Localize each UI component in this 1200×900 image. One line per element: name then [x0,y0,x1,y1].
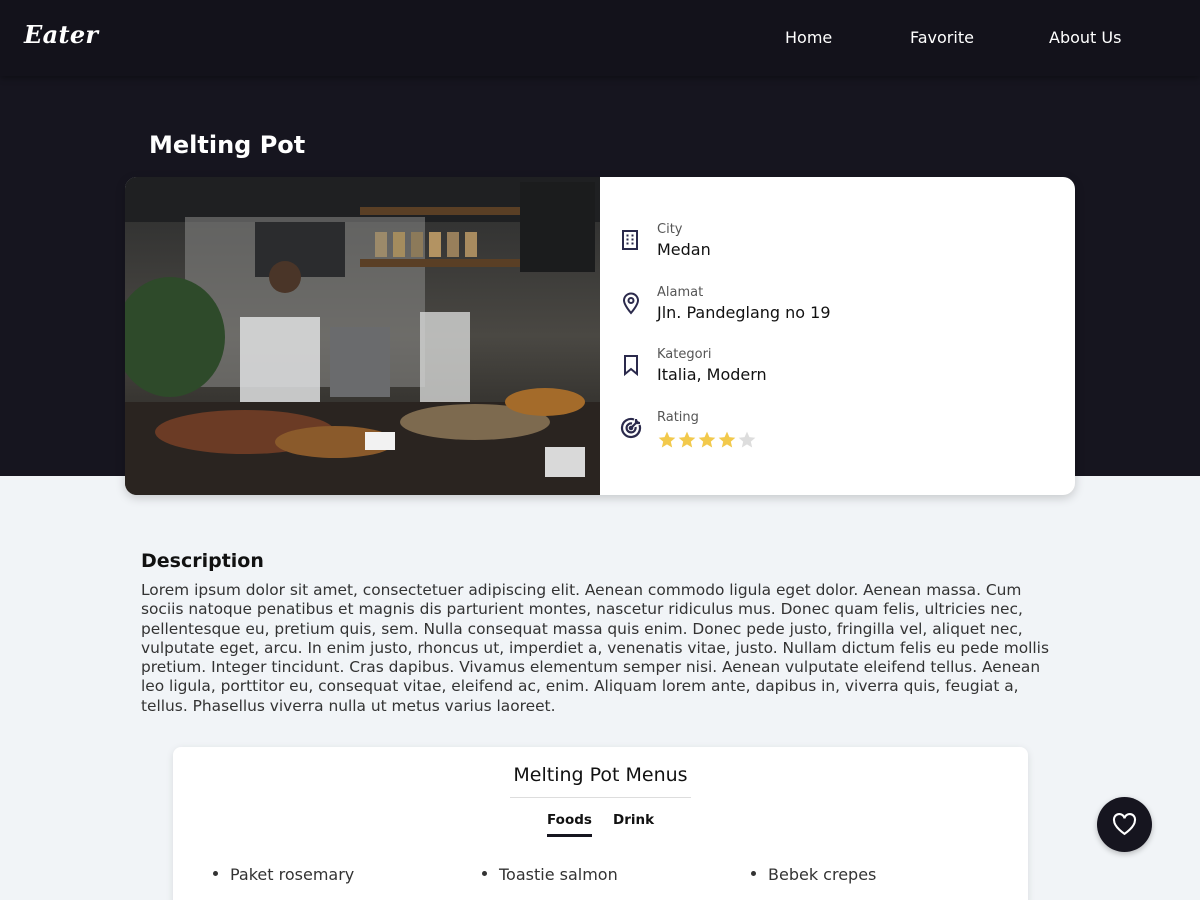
restaurant-photo [125,177,600,495]
favorite-button[interactable] [1097,797,1152,852]
info-rating: Rating [619,410,1059,460]
info-rating-label: Rating [657,410,699,425]
info-address-label: Alamat [657,285,704,300]
menu-item-label: Paket rosemary [230,865,355,884]
description-body: Lorem ipsum dolor sit amet, consectetuer… [141,581,1049,715]
navbar: Eater Home Favorite About Us [0,0,1200,76]
info-address: Alamat Jln. Pandeglang no 19 [619,285,1059,335]
menu-item-label: Bebek crepes [768,865,877,884]
star-filled-icon [698,431,716,448]
info-category-label: Kategori [657,347,712,362]
tab-drink[interactable]: Drink [613,812,654,828]
building-icon [619,228,643,252]
menu-item: Toastie salmon [482,865,618,884]
target-icon [619,416,643,440]
star-empty-icon [738,431,756,448]
menu-title-divider [510,797,691,798]
nav-link-home[interactable]: Home [785,28,832,47]
description-title: Description [141,550,264,572]
nav-link-favorite[interactable]: Favorite [910,28,974,47]
nav-link-about-us[interactable]: About Us [1049,28,1121,47]
map-pin-icon [619,291,643,315]
info-category-value: Italia, Modern [657,365,767,384]
info-city: City Medan [619,222,1059,272]
site-logo[interactable]: Eater [24,20,98,49]
bookmark-icon [619,353,643,377]
star-filled-icon [658,431,676,448]
menu-item: Bebek crepes [751,865,876,884]
tab-foods[interactable]: Foods [547,812,592,837]
menu-card: Melting Pot Menus Foods Drink Paket rose… [173,747,1028,900]
rating-stars [657,430,757,452]
menu-item-label: Toastie salmon [499,865,618,884]
info-city-value: Medan [657,240,711,259]
restaurant-title: Melting Pot [149,131,306,159]
heart-icon [1112,813,1137,836]
star-filled-icon [718,431,736,448]
info-city-label: City [657,222,683,237]
menu-title: Melting Pot Menus [513,764,688,786]
star-filled-icon [678,431,696,448]
info-address-value: Jln. Pandeglang no 19 [657,303,831,322]
restaurant-info-card: City Medan Alamat Jln. Pandeglang no 19 … [125,177,1075,495]
menu-item: Paket rosemary [213,865,354,884]
info-category: Kategori Italia, Modern [619,347,1059,397]
